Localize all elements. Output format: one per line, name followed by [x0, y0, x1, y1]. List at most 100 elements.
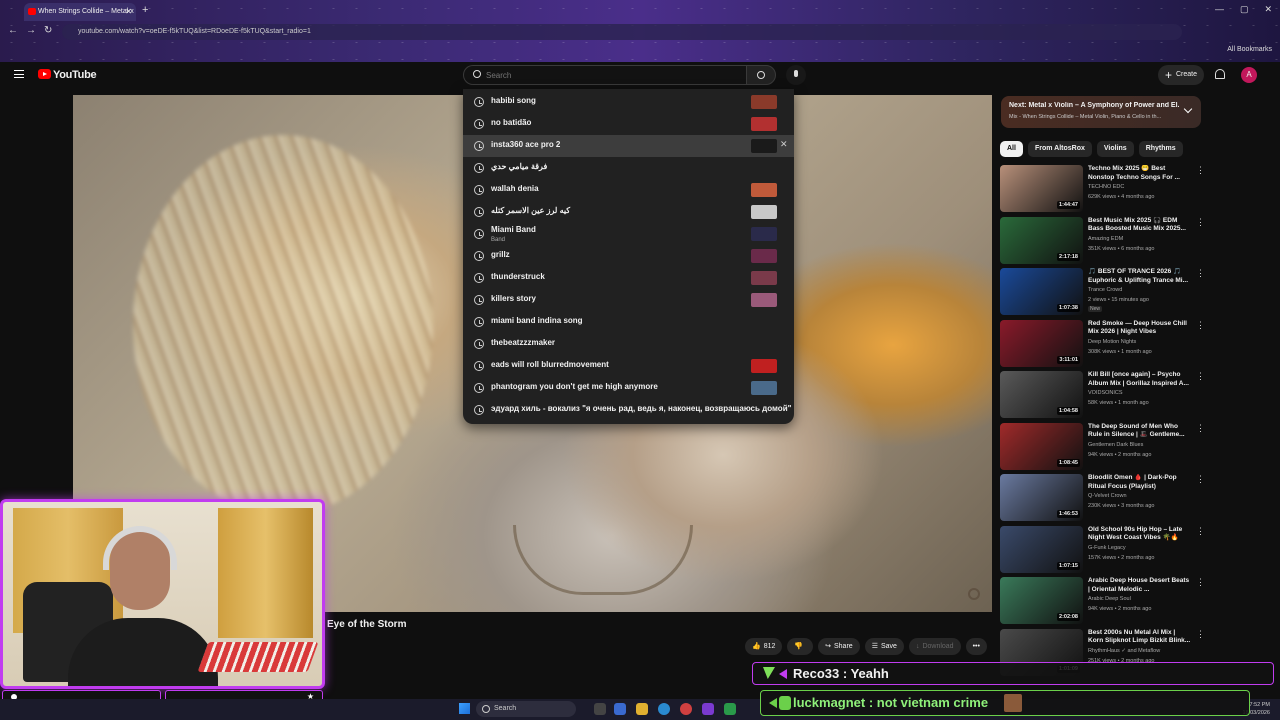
video-title[interactable]: Best 2000s Nu Metal AI Mix | Korn Slipkn… [1088, 629, 1192, 646]
video-title[interactable]: Bloodlit Omen 🩸 | Dark-Pop Ritual Focus … [1088, 474, 1192, 491]
more-vertical-icon[interactable]: ⋮ [1196, 629, 1205, 640]
file-explorer-icon[interactable] [636, 703, 648, 715]
video-thumbnail[interactable]: 1:44:47 [1000, 165, 1083, 212]
back-icon[interactable]: ← [8, 25, 18, 36]
chrome-browser-icon[interactable] [680, 703, 692, 715]
recommended-video[interactable]: 1:07:15 Old School 90s Hip Hop – Late Nig… [1000, 525, 1205, 574]
edge-browser-icon[interactable] [658, 703, 670, 715]
task-view-icon[interactable] [594, 703, 606, 715]
search-suggestion[interactable]: thunderstruck [463, 267, 794, 289]
channel-name[interactable]: G-Funk Legacy [1088, 545, 1126, 551]
download-button[interactable]: ↓ Download [908, 638, 961, 655]
share-button[interactable]: ↪ Share [818, 638, 860, 655]
channel-name[interactable]: TECHNO EDC [1088, 184, 1124, 190]
search-suggestion[interactable]: كيه لرز عين الاسمر كتله [463, 201, 794, 223]
video-title[interactable]: Old School 90s Hip Hop – Late Night West… [1088, 526, 1192, 543]
more-vertical-icon[interactable]: ⋮ [1196, 423, 1205, 434]
like-button[interactable]: 👍 812 [745, 638, 783, 655]
search-suggestion[interactable]: Miami Band Band [463, 223, 794, 245]
youtube-wordmark[interactable]: YouTube [53, 69, 97, 81]
channel-name[interactable]: Arabic Deep Soul [1088, 596, 1131, 602]
video-thumbnail[interactable]: 1:07:38 [1000, 268, 1083, 315]
chevron-down-icon[interactable] [1183, 104, 1193, 114]
filter-chip[interactable]: Violins [1096, 141, 1134, 157]
channel-name[interactable]: VOIDSONICS [1088, 390, 1123, 396]
search-box[interactable] [463, 65, 746, 85]
minimize-icon[interactable]: — [1215, 4, 1224, 15]
recommended-video[interactable]: 1:04:58 Kill Bill [once again] – Psycho A… [1000, 371, 1205, 419]
recommended-video[interactable]: 2:02:08 Arabic Deep House Desert Beats | … [1000, 577, 1205, 625]
recommended-video[interactable]: 2:17:18 Best Music Mix 2025 🎧 EDM Bass Bo… [1000, 216, 1205, 265]
all-bookmarks[interactable]: All Bookmarks [1227, 46, 1272, 53]
create-button[interactable]: Create [1158, 65, 1204, 85]
more-vertical-icon[interactable]: ⋮ [1196, 217, 1205, 228]
more-vertical-icon[interactable]: ⋮ [1196, 268, 1205, 279]
recommended-video[interactable]: 3:11:01 Red Smoke — Deep House Chill Mix … [1000, 319, 1205, 368]
video-title[interactable]: The Deep Sound of Men Who Rule in Silenc… [1088, 423, 1192, 440]
search-input[interactable] [486, 69, 726, 82]
recommended-video[interactable]: 1:44:47 Techno Mix 2025 😁 Best Nonstop Te… [1000, 165, 1205, 213]
video-title[interactable]: Techno Mix 2025 😁 Best Nonstop Techno So… [1088, 165, 1192, 182]
player-corner-icon[interactable] [968, 588, 980, 600]
search-suggestion[interactable]: no batidão [463, 113, 794, 135]
browser-tab[interactable]: When Strings Collide – Metal x ✕ [24, 3, 136, 21]
forward-icon[interactable]: → [26, 25, 36, 36]
taskbar-app-icon-2[interactable] [702, 703, 714, 715]
recommended-video[interactable]: 1:07:38 🎵 BEST OF TRANCE 2026 🎵 Euphoric … [1000, 268, 1205, 316]
search-suggestion[interactable]: phantogram you don't get me high anymore [463, 377, 794, 399]
channel-name[interactable]: Trance Crowd [1088, 287, 1122, 293]
close-window-icon[interactable]: ✕ [1264, 4, 1272, 15]
search-suggestion[interactable]: eads will roll blurredmovement [463, 355, 794, 377]
taskbar-app-icon-3[interactable] [724, 703, 736, 715]
more-vertical-icon[interactable]: ⋮ [1196, 474, 1205, 485]
up-next-banner[interactable]: Next: Metal x Violin – A Symphony of Pow… [1001, 96, 1201, 128]
maximize-icon[interactable]: ▢ [1240, 4, 1249, 15]
filter-chip[interactable]: From AltosRox [1027, 141, 1092, 157]
filter-chip[interactable]: All [1000, 141, 1023, 157]
channel-name[interactable]: Amazing EDM [1088, 236, 1123, 242]
video-thumbnail[interactable]: 2:17:18 [1000, 216, 1083, 264]
channel-name[interactable]: Q-Velvet Crown [1088, 493, 1127, 499]
recommended-video[interactable]: 1:46:53 Bloodlit Omen 🩸 | Dark-Pop Ritual… [1000, 474, 1205, 522]
video-title[interactable]: Arabic Deep House Desert Beats | Orienta… [1088, 577, 1192, 594]
video-thumbnail[interactable]: 1:08:45 [1000, 422, 1083, 470]
video-thumbnail[interactable]: 1:04:58 [1000, 371, 1083, 418]
voice-search-mic-icon[interactable] [786, 65, 806, 85]
video-title[interactable]: Kill Bill [once again] – Psycho Album Mi… [1088, 371, 1192, 388]
video-title[interactable]: Best Music Mix 2025 🎧 EDM Bass Boosted M… [1088, 217, 1192, 234]
new-tab-icon[interactable]: + [142, 4, 148, 16]
video-thumbnail[interactable]: 3:11:01 [1000, 319, 1083, 367]
taskbar-search[interactable]: Search [476, 701, 576, 717]
save-button[interactable]: ☰ Save [864, 638, 904, 655]
notifications-bell-icon[interactable] [1215, 69, 1225, 79]
reload-icon[interactable]: ↻ [44, 25, 52, 36]
more-vertical-icon[interactable]: ⋮ [1196, 320, 1205, 331]
search-suggestion[interactable]: thebeatzzzmaker [463, 333, 794, 355]
search-button[interactable] [746, 65, 776, 85]
video-title[interactable]: Red Smoke — Deep House Chill Mix 2026 | … [1088, 320, 1192, 337]
url-field[interactable]: youtube.com/watch?v=oeDE-f5kTUQ&list=RDo… [62, 24, 1182, 40]
close-tab-icon[interactable]: ✕ [125, 3, 132, 21]
recommended-video[interactable]: 1:08:45 The Deep Sound of Men Who Rule in… [1000, 422, 1205, 471]
channel-name[interactable]: Deep Motion Nights [1088, 339, 1136, 345]
video-thumbnail[interactable]: 1:46:53 [1000, 474, 1083, 521]
video-thumbnail[interactable]: 1:07:15 [1000, 525, 1083, 573]
more-vertical-icon[interactable]: ⋮ [1196, 165, 1205, 176]
filter-chip[interactable]: Rhythms [1138, 141, 1183, 157]
channel-name[interactable]: RhythmHaus ✓ and Metaflow [1088, 648, 1160, 654]
search-suggestion[interactable]: wallah denia [463, 179, 794, 201]
search-suggestion[interactable]: habibi song [463, 91, 794, 113]
search-suggestion[interactable]: killers story [463, 289, 794, 311]
youtube-logo-icon[interactable] [38, 69, 51, 79]
search-suggestion[interactable]: эдуард хиль - вокализ "я очень рад, ведь… [463, 399, 794, 421]
windows-start-icon[interactable] [459, 703, 470, 714]
video-thumbnail[interactable]: 2:02:08 [1000, 577, 1083, 624]
more-vertical-icon[interactable]: ⋮ [1196, 577, 1205, 588]
channel-name[interactable]: Gentlemen Dark Blues [1088, 442, 1143, 448]
search-suggestion[interactable]: miami band indina song [463, 311, 794, 333]
taskbar-app-icon[interactable] [614, 703, 626, 715]
search-suggestion[interactable]: فرقة ميامي حدي [463, 157, 794, 179]
more-vertical-icon[interactable]: ⋮ [1196, 526, 1205, 537]
dislike-button[interactable]: 👎 [787, 638, 814, 655]
video-title[interactable]: 🎵 BEST OF TRANCE 2026 🎵 Euphoric & Uplif… [1088, 268, 1192, 285]
